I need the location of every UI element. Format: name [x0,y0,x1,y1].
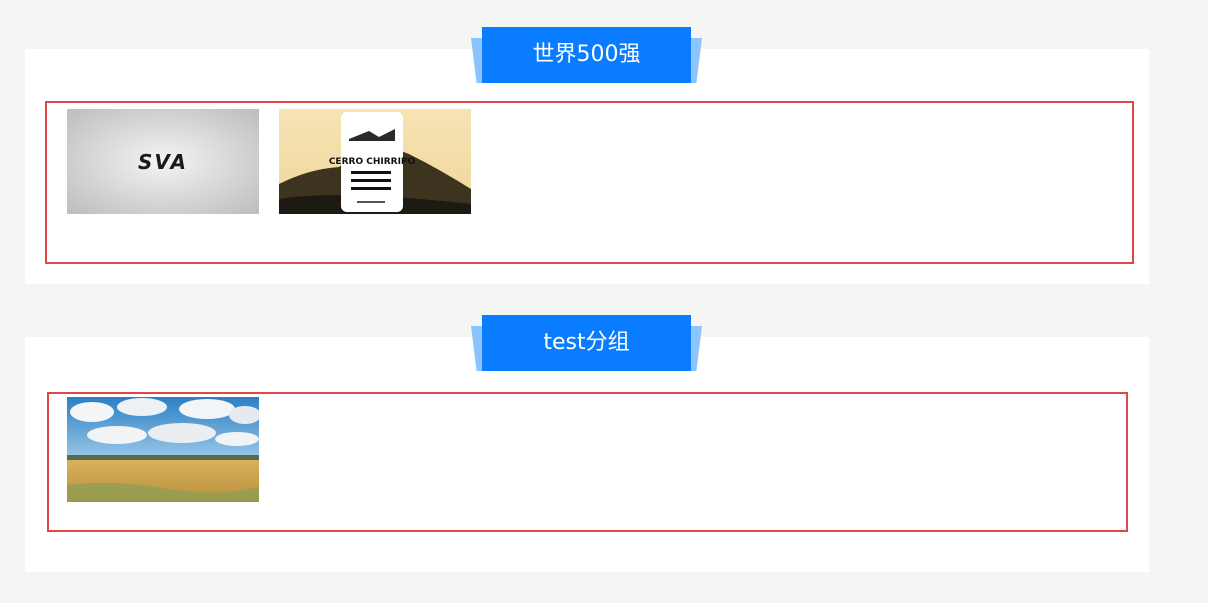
svg-text:SVA: SVA [138,150,188,174]
wheat-field-sky-image-icon [67,397,259,502]
group-title: 世界500强 [482,27,691,83]
logo-thumb-sva[interactable]: SVA [67,109,259,214]
logo-thumb-cerro-chirripo[interactable]: CERRO CHIRRIPO [279,109,471,214]
svg-text:CERRO CHIRRIPO: CERRO CHIRRIPO [329,157,416,167]
logo-group-box: SVA CERRO CHIRRIPO [45,101,1134,264]
group-title-tab: 世界500强 [471,27,702,83]
group-section-fortune500: 世界500强 SVA CERRO CHIRRIPO [25,27,1149,284]
logo-group-box [47,392,1128,532]
cerro-chirripo-logo-icon: CERRO CHIRRIPO [279,109,471,214]
logo-thumb-wheat-field[interactable] [67,397,259,502]
group-title: test分组 [482,315,691,371]
group-title-tab: test分组 [471,315,702,371]
group-section-test: test分组 [25,315,1149,572]
sva-logo-icon: SVA [67,109,259,214]
